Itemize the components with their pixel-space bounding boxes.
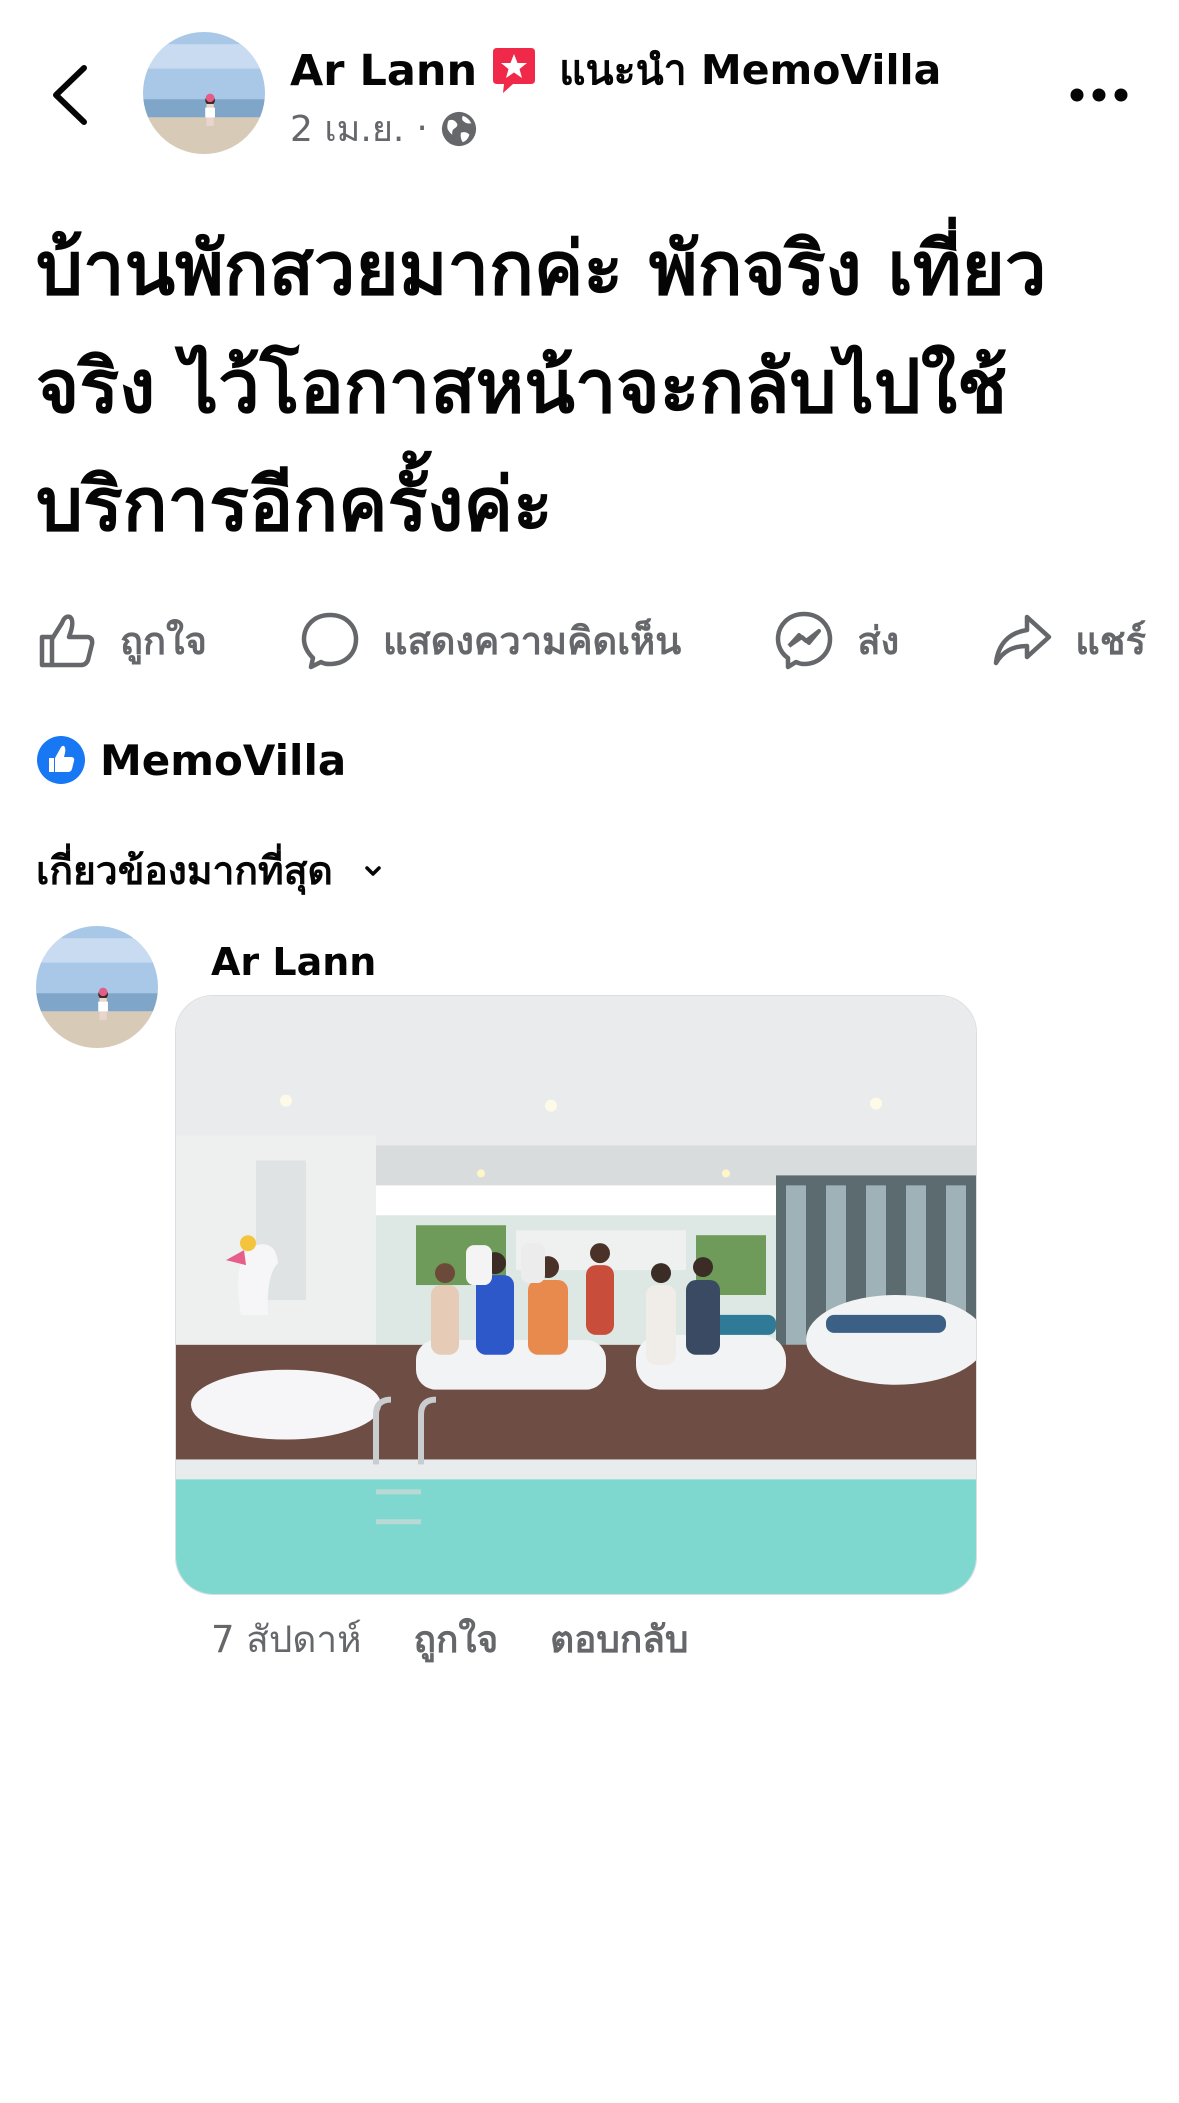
author-name[interactable]: Ar Lann [290, 46, 477, 96]
commenter-avatar[interactable] [36, 926, 158, 1048]
post-timestamp[interactable]: 2 เม.ย. [290, 100, 404, 157]
reactions-summary[interactable]: MemoVilla [36, 735, 346, 785]
recommends-page-text[interactable]: แนะนำ MemoVilla [559, 38, 941, 103]
send-label: ส่ง [857, 618, 900, 663]
more-icon [1070, 88, 1128, 102]
meta-separator: · [416, 108, 428, 149]
comment-photo[interactable] [175, 995, 977, 1595]
comment-meta: 7 สัปดาห์ ถูกใจ ตอบกลับ [211, 1610, 740, 1669]
like-badge-icon [37, 736, 85, 784]
share-button[interactable]: แชร์ [991, 609, 1146, 671]
comment-age[interactable]: 7 สัปดาห์ [211, 1610, 362, 1669]
comment-label: แสดงความคิดเห็น [383, 618, 682, 663]
like-button[interactable]: ถูกใจ [36, 609, 207, 671]
comment-sort-dropdown[interactable]: เกี่ยวข้องมากที่สุด [36, 840, 387, 902]
share-label: แชร์ [1075, 618, 1146, 663]
recommend-badge-icon [493, 47, 536, 93]
messenger-icon [776, 611, 833, 670]
globe-icon [441, 111, 476, 146]
comment-bubble-icon [301, 612, 359, 670]
thumbs-up-icon [39, 614, 95, 668]
back-button[interactable] [40, 50, 100, 140]
comment-like-button[interactable]: ถูกใจ [414, 1610, 499, 1669]
like-label: ถูกใจ [120, 618, 207, 663]
post-meta: 2 เม.ย. · [290, 100, 478, 157]
post-action-bar: ถูกใจ แสดงความคิดเห็น ส่ง แชร์ [36, 600, 1146, 680]
comment-button[interactable]: แสดงความคิดเห็น [299, 609, 681, 671]
chevron-down-icon [365, 866, 381, 876]
chevron-left-icon [53, 65, 87, 125]
sort-label: เกี่ยวข้องมากที่สุด [36, 849, 333, 894]
send-button[interactable]: ส่ง [773, 609, 899, 671]
post-detail-screen: Ar Lann แนะนำ MemoVilla 2 เม.ย. · บ้านพั… [0, 0, 1179, 2103]
post-text: บ้านพักสวยมากค่ะ พักจริง เที่ยวจริง ไว้โ… [36, 226, 1047, 548]
share-arrow-icon [994, 614, 1052, 666]
more-options-button[interactable] [1059, 70, 1139, 120]
author-avatar[interactable] [143, 32, 265, 154]
reaction-liked-by: MemoVilla [100, 735, 347, 785]
comment-reply-button[interactable]: ตอบกลับ [550, 1610, 688, 1669]
author-line: Ar Lann แนะนำ MemoVilla [290, 38, 941, 103]
comment-author-name[interactable]: Ar Lann [211, 940, 376, 984]
